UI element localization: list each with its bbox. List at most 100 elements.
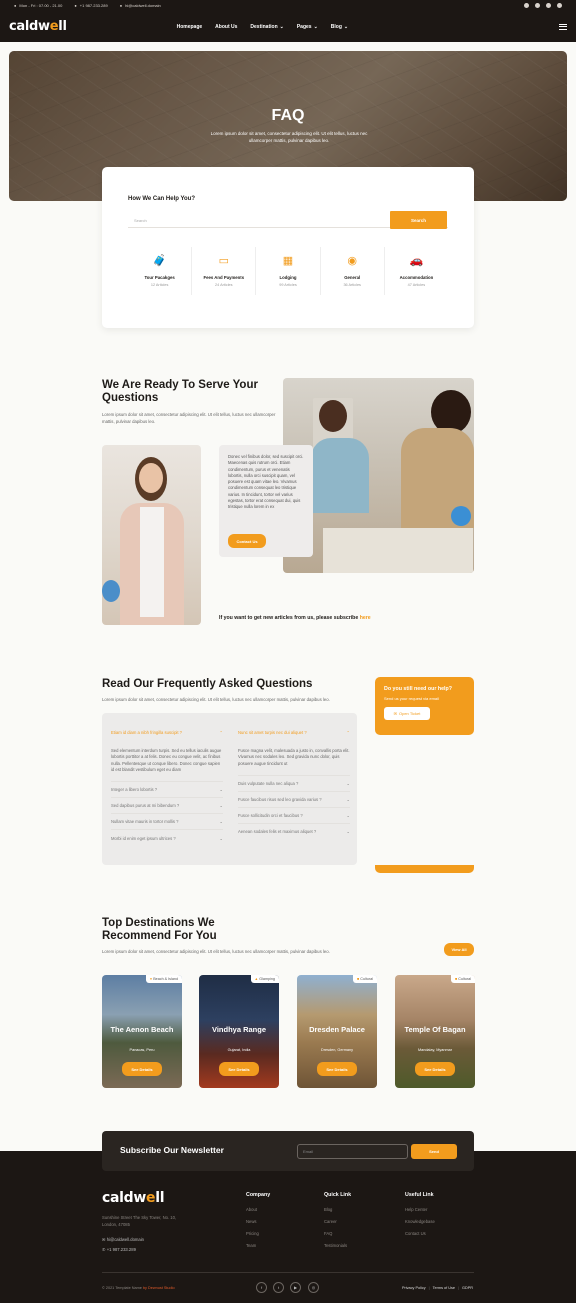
mail-icon: ✉ [102, 1237, 106, 1242]
help-card: How We Can Help You? Search Search 🧳 Tour… [102, 167, 474, 328]
contact-us-button[interactable]: Contact Us [228, 534, 266, 548]
nav-item-pages[interactable]: Pages ⌄ [297, 24, 318, 30]
subscribe-here-link[interactable]: here [360, 615, 371, 621]
destination-card[interactable]: ▲ Glamping Vindhya Range Gujarat, India … [199, 975, 279, 1088]
footer-phone[interactable]: ✆ +1 987.233.289 [102, 1247, 136, 1252]
beach-icon: ● [149, 977, 153, 981]
newsletter-bar: Subscribe Our Newsletter Email Send [102, 1131, 474, 1171]
see-details-button[interactable]: See Details [317, 1062, 357, 1076]
category-count: 99 Articles [279, 283, 297, 287]
suitcase-icon: 🧳 [152, 254, 167, 267]
footer-email[interactable]: ✉ hi@caldwell.domain [102, 1237, 144, 1242]
faq-question-text: Duis vulputate nulla nec aliqua ? [238, 780, 299, 786]
hamburger-menu-icon[interactable] [559, 23, 567, 30]
faq-question-text: Fusce sollicitudin orci et faucibus ? [238, 812, 303, 818]
chevron-down-icon: ⌄ [343, 23, 349, 30]
ticket-icon: ✉ [393, 711, 397, 716]
footer-link[interactable]: Knowledgebase [405, 1216, 435, 1228]
footer-link[interactable]: News [246, 1216, 270, 1228]
email-info[interactable]: ● hi@caldwell.domain [120, 3, 161, 8]
footer-link[interactable]: Testimonials [324, 1240, 351, 1252]
footer-link[interactable]: Pricing [246, 1228, 270, 1240]
tent-icon: ▲ [254, 977, 259, 981]
smiling-woman-photo [102, 445, 201, 625]
see-details-button[interactable]: See Details [122, 1062, 162, 1076]
facebook-icon[interactable] [524, 3, 529, 8]
chevron-up-icon: ⌃ [346, 729, 350, 735]
phone-text[interactable]: +1 987.233.289 [80, 3, 108, 8]
instagram-icon[interactable]: ◎ [308, 1282, 319, 1293]
destination-tag: ■ Cultural [451, 975, 475, 983]
destination-card[interactable]: ■ Cultural Temple Of Bagan Mandalay, Mya… [395, 975, 475, 1088]
need-help-accent-bar [375, 865, 474, 873]
studio-link[interactable]: by Dewnust Studio [143, 1286, 175, 1290]
faq-question[interactable]: Aenean sodales felis et maximus aliquet … [238, 824, 350, 840]
category-lodging[interactable]: ▦ Lodging 99 Articles [256, 247, 321, 295]
nav-item-homepage[interactable]: Homepage [177, 24, 203, 30]
faq-question[interactable]: Morbi id enim eget ipsum ultrices ? ⌄ [111, 830, 223, 846]
newsletter-email-input[interactable]: Email [297, 1144, 408, 1159]
gdpr-link[interactable]: GDPR [462, 1286, 473, 1290]
twitter-icon[interactable] [546, 3, 551, 8]
category-accommodation[interactable]: 🚗 Accommodation 47 Articles [385, 247, 448, 295]
nav-blog-label: Blog [330, 23, 342, 30]
twitter-icon[interactable]: t [273, 1282, 284, 1293]
category-general[interactable]: ◉ General 36 Articles [321, 247, 385, 295]
phone-info[interactable]: ● +1 987.233.289 [74, 3, 107, 8]
footer-link[interactable]: Contact Us [405, 1228, 435, 1240]
subscribe-note: If you want to get new articles from us,… [219, 615, 371, 621]
nav-item-about[interactable]: About Us [215, 24, 237, 30]
category-title: Tour Pacakges [144, 275, 175, 280]
nav-item-destination[interactable]: Destination ⌄ [250, 24, 283, 30]
footer-link[interactable]: Blog [324, 1204, 351, 1216]
see-details-button[interactable]: See Details [219, 1062, 259, 1076]
help-title: How We Can Help You? [128, 196, 196, 202]
chevron-down-icon: ⌄ [346, 780, 350, 786]
terms-link[interactable]: Terms of Use [433, 1286, 455, 1290]
hours-text: Mon - Fri : 07.00 - 21.00 [19, 3, 63, 8]
category-fees-payments[interactable]: ▭ Fees And Payments 24 Articles [192, 247, 257, 295]
view-all-button[interactable]: View All [444, 943, 474, 956]
logo-text-a: caldw [9, 19, 50, 34]
nav-item-blog[interactable]: Blog ⌄ [331, 24, 348, 30]
subscribe-note-text: If you want to get new articles from us,… [219, 615, 359, 621]
youtube-icon[interactable] [557, 3, 562, 8]
faq-question[interactable]: Nullam vitae mauris in tortor mollis ? ⌄ [111, 814, 223, 831]
open-ticket-button[interactable]: ✉ Open Ticket [384, 707, 430, 720]
faq-question[interactable]: Fusce faucibus risus sed leo gravida var… [238, 792, 350, 808]
faq-question[interactable]: Duis vulputate nulla nec aliqua ? ⌄ [238, 776, 350, 792]
logo[interactable]: caldwell [9, 19, 67, 34]
footer-link[interactable]: About [246, 1204, 270, 1216]
privacy-policy-link[interactable]: Privacy Policy [402, 1286, 426, 1290]
footer-link[interactable]: Team [246, 1240, 270, 1252]
destination-card[interactable]: ● Beach & Island The Aenon Beach Panacas… [102, 975, 182, 1088]
hotel-icon: ▦ [282, 254, 294, 267]
instagram-icon[interactable] [535, 3, 540, 8]
faq-question[interactable]: Fusce sollicitudin orci et faucibus ? ⌄ [238, 808, 350, 824]
nav-pages-label: Pages [296, 23, 312, 30]
faq-question[interactable]: Integer a libero lobortis ? ⌄ [111, 782, 223, 799]
chevron-down-icon: ⌄ [346, 796, 350, 802]
faq-question-open[interactable]: Nunc sit amet turpis nec dui aliquet ? ⌃ [238, 724, 350, 740]
footer-email-text: hi@caldwell.domain [106, 1237, 144, 1242]
faq-question-open[interactable]: Etiam id diam a nibh fringilla suscipit … [111, 724, 223, 740]
footer-link[interactable]: FAQ [324, 1228, 351, 1240]
destination-card[interactable]: ■ Cultural Dresden Palace Dresden, Germa… [297, 975, 377, 1088]
newsletter-send-button[interactable]: Send [411, 1144, 457, 1159]
faq-question[interactable]: Sed dapibus purus at mi bibendum ? ⌄ [111, 798, 223, 815]
see-details-button[interactable]: See Details [415, 1062, 455, 1076]
youtube-icon[interactable]: ▶ [290, 1282, 301, 1293]
category-tour-packages[interactable]: 🧳 Tour Pacakges 12 Articles [128, 247, 193, 295]
destination-location: Panacas, Peru [129, 1048, 155, 1052]
footer-link[interactable]: Help Center [405, 1204, 435, 1216]
search-button[interactable]: Search [390, 211, 447, 229]
landmark-icon: ■ [357, 977, 360, 981]
email-text[interactable]: hi@caldwell.domain [125, 3, 161, 8]
tag-label: Cultural [360, 977, 373, 981]
footer [0, 1151, 576, 1303]
footer-link[interactable]: Career [324, 1216, 351, 1228]
footer-logo[interactable]: caldwell [102, 1190, 165, 1206]
destinations-text: Lorem ipsum dolor sit amet, consectetur … [102, 949, 330, 954]
facebook-icon[interactable]: f [256, 1282, 267, 1293]
faq-question-text: Etiam id diam a nibh fringilla suscipit … [111, 729, 182, 735]
